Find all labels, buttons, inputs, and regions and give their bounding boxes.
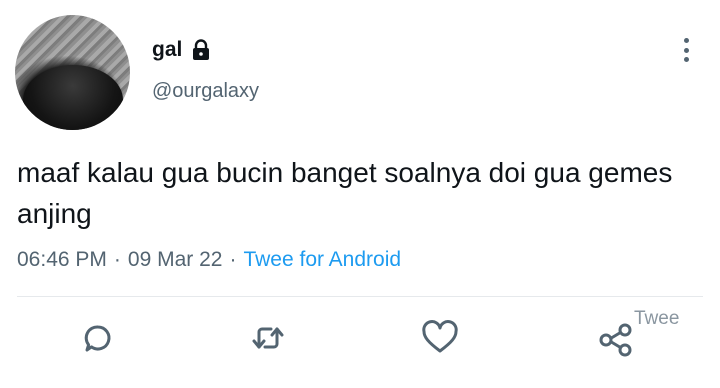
tweet-text: maaf kalau gua bucin banget soalnya doi … <box>17 157 673 229</box>
share-label: Twee <box>634 308 680 329</box>
reply-icon <box>84 325 111 352</box>
avatar[interactable] <box>15 15 130 130</box>
tweet-time: 06:46 PM <box>17 248 107 271</box>
client-link[interactable]: Twee for Android <box>243 248 401 272</box>
more-vertical-icon[interactable] <box>676 36 696 64</box>
reply-button[interactable] <box>78 318 118 358</box>
lock-icon <box>190 39 212 61</box>
retweet-button[interactable] <box>248 318 288 358</box>
like-button[interactable] <box>420 318 460 358</box>
share-icon <box>599 323 632 357</box>
meta-separator: · <box>229 248 237 271</box>
display-name-row[interactable]: gal <box>152 38 212 62</box>
meta-separator: · <box>113 248 121 271</box>
heart-icon <box>422 320 458 353</box>
display-name[interactable]: gal <box>152 38 182 62</box>
handle[interactable]: @ourgalaxy <box>152 80 259 103</box>
share-button[interactable] <box>596 318 636 358</box>
tweet-date: 09 Mar 22 <box>127 248 223 271</box>
tweet-meta: 06:46 PM · 09 Mar 22 · Twee for Android <box>17 248 401 272</box>
divider <box>17 296 703 297</box>
retweet-icon <box>252 327 284 349</box>
